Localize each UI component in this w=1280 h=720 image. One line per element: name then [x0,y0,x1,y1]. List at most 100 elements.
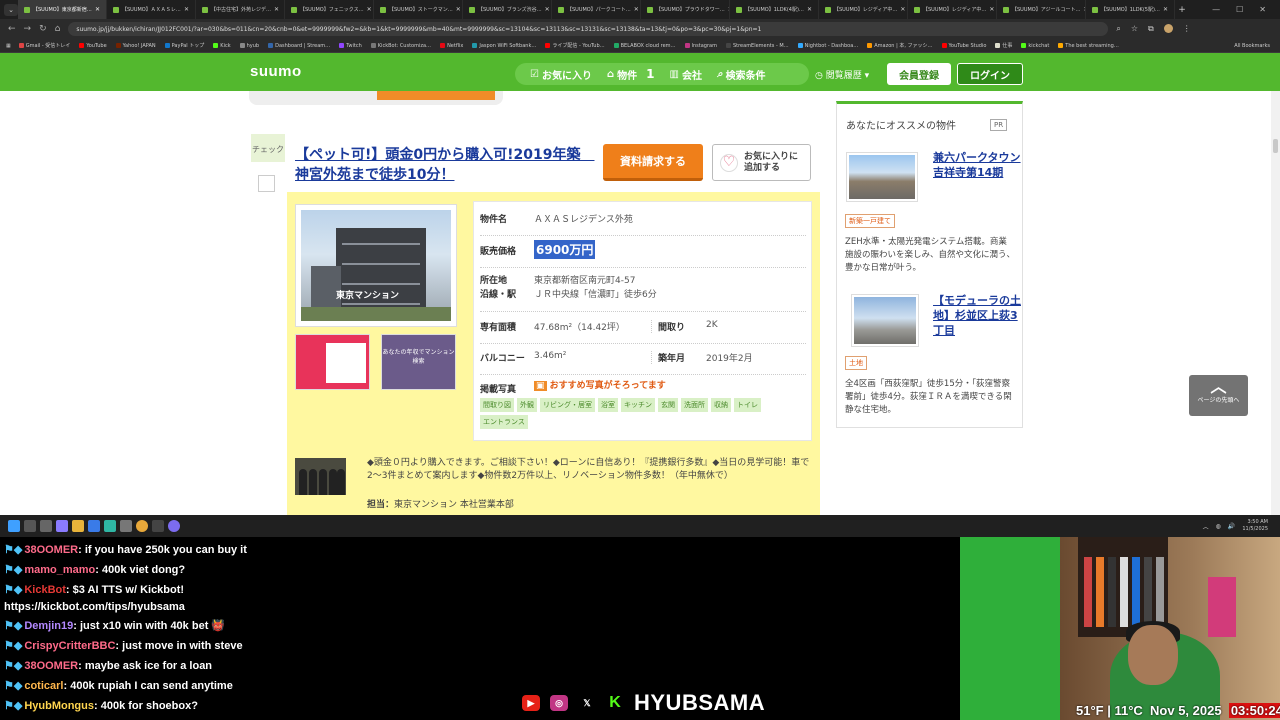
nav-history[interactable]: ◷ 閲覧履歴 ▾ [815,68,869,81]
browser-tab[interactable]: 【中古住宅】外苑レジデ… ✕ [196,0,285,19]
page-scrollbar[interactable] [1271,91,1280,515]
tab-close-icon[interactable]: ✕ [807,6,812,13]
bookmark-item[interactable]: StreamElements - M… [725,42,789,49]
browser-tab[interactable]: 【SUUMO】東京都新宿… ✕ [18,0,107,19]
photo-tag[interactable]: 間取り図 [480,398,514,412]
minimize-icon[interactable]: — [1212,5,1220,14]
zoom-icon[interactable]: ⌕ [1116,24,1120,34]
login-button[interactable]: ログイン [957,63,1023,85]
url-input[interactable]: suumo.jp/jj/bukken/ichiran/JJ012FC001/?a… [68,22,1109,36]
settings-icon[interactable] [120,520,132,532]
tab-close-icon[interactable]: ✕ [634,6,639,13]
sidebar-item-2-title[interactable]: 【モデューラの土地】杉並区上荻3丁目 [933,293,1021,338]
page-top-button[interactable]: ︿ ページの先頭へ [1189,375,1248,416]
photo-tag[interactable]: 洗面所 [681,398,708,412]
bookmark-star-icon[interactable]: ☆ [1131,24,1138,34]
tab-close-icon[interactable]: ✕ [274,6,279,13]
task-view-icon[interactable] [40,520,52,532]
bookmark-item[interactable]: Amazon | 本, ファッシ… [867,42,933,49]
bookmark-item[interactable]: Instagram [684,42,717,49]
nav-favorites[interactable]: ☑ お気に入り [515,67,592,82]
extensions-icon[interactable]: ⧉ [1148,24,1154,34]
apps-icon[interactable]: ▦ [6,43,11,49]
add-favorite-button[interactable]: ♡ お気に入りに 追加する [712,144,811,181]
browser-tab[interactable]: 【SUUMO】レジディア中… ✕ [819,0,908,19]
profile-avatar[interactable] [1163,24,1173,33]
browser-tab[interactable]: 【SUUMO】ブランズ渋谷… ✕ [463,0,552,19]
tab-close-icon[interactable]: ✕ [456,6,461,13]
browser-tab[interactable]: 【SUUMO】ストークマン… ✕ [374,0,463,19]
forward-icon[interactable]: → [24,24,32,34]
new-tab-button[interactable]: + [1175,5,1189,15]
copilot-icon[interactable] [56,520,68,532]
home-icon[interactable]: ⌂ [55,24,61,34]
photo-tag[interactable]: エントランス [480,415,528,429]
tab-close-icon[interactable]: ✕ [184,6,189,13]
request-info-button[interactable]: 資料請求する [603,144,703,181]
bookmark-item[interactable]: Twitch [339,42,362,49]
tab-close-icon[interactable]: ✕ [367,6,372,13]
bookmark-item[interactable]: Kick [213,42,231,49]
bookmark-item[interactable]: Gmail - 受信トレイ [18,42,70,49]
bookmark-item[interactable]: Jaspon WiFi Softbank… [472,42,536,49]
browser-tab[interactable]: 【SUUMO】1LDK(4駅)… ✕ [730,0,819,19]
bookmark-item[interactable]: Yahoo! JAPAN [115,42,156,49]
reload-icon[interactable]: ↻ [39,24,47,34]
bookmark-item[interactable]: YouTube [79,42,107,49]
browser-tab[interactable]: 【SUUMO】レジディア中… ✕ [908,0,997,19]
tab-search-icon[interactable]: ⌄ [4,3,18,16]
maximize-icon[interactable]: ☐ [1236,5,1243,14]
bookmark-item[interactable]: BELABOX cloud rem… [613,42,676,49]
photo-tag[interactable]: 浴室 [598,398,618,412]
suumo-logo[interactable]: suumo [250,63,302,80]
nav-company[interactable]: ▥ 会社 [655,67,702,82]
browser-tab[interactable]: 【SUUMO】パークコート… ✕ [552,0,641,19]
terminal-icon[interactable] [152,520,164,532]
menu-icon[interactable]: ⋮ [1183,24,1191,34]
store-icon[interactable] [88,520,100,532]
browser-tab[interactable]: 【SUUMO】プラウドタワー…✕ [641,0,730,19]
chrome-icon[interactable] [136,520,148,532]
taskbar-search-icon[interactable] [24,520,36,532]
bookmark-item[interactable]: Dashboard | Stream… [268,42,330,49]
file-explorer-icon[interactable] [72,520,84,532]
photo-tag[interactable]: 収納 [711,398,731,412]
photo-tag[interactable]: キッチン [621,398,655,412]
bookmark-item[interactable]: YouTube Studio [941,42,986,49]
browser-tab[interactable]: 【SUUMO】アジールコート…✕ [997,0,1086,19]
photo-tag[interactable]: 玄関 [658,398,678,412]
volume-icon[interactable]: 🔊 [1228,523,1235,530]
tab-close-icon[interactable]: ✕ [989,6,994,13]
tab-close-icon[interactable]: ✕ [900,6,905,13]
bookmark-item[interactable]: hyub [239,42,259,49]
bookmark-item[interactable]: Netflix [440,42,463,49]
all-bookmarks[interactable]: All Bookmarks [1234,43,1280,49]
bookmark-item[interactable]: Nightbot - Dashboa… [797,42,858,49]
register-button[interactable]: 会員登録 [887,63,951,85]
nav-property[interactable]: ⌂ 物件 1 [592,67,655,82]
bookmark-item[interactable]: KickBot: Customiza… [370,42,431,49]
wifi-icon[interactable]: ◍ [1216,523,1221,530]
bookmark-item[interactable]: ライブ配信 - YouTub… [545,42,605,49]
tab-close-icon[interactable]: ✕ [1163,6,1168,13]
browser-tab[interactable]: 【SUUMO】1LDK(5駅)… ✕ [1086,0,1175,19]
nav-search-cond[interactable]: ⌕ 検索条件 [702,67,766,82]
bookmark-item[interactable]: PayPal トップ [164,42,204,49]
photo-tag[interactable]: トイレ [734,398,761,412]
tab-close-icon[interactable]: ✕ [545,6,550,13]
bookmark-item[interactable]: 仕事 [995,42,1012,49]
sidebar-item-1-title[interactable]: 兼六パークタウン吉祥寺第14期 [933,150,1021,180]
listing-checkbox[interactable] [258,175,275,192]
photo-tag[interactable]: リビング・居室 [540,398,595,412]
sidebar-item-1-image[interactable] [846,152,918,202]
browser-tab[interactable]: 【SUUMO】フェニックス… ✕ [285,0,374,19]
back-icon[interactable]: ← [8,24,16,34]
bookmark-item[interactable]: kickchat [1021,42,1049,49]
close-icon[interactable]: ✕ [1259,5,1266,14]
floorplan-thumbnail[interactable] [295,334,370,390]
listing-title-link[interactable]: 【ペット可!】頭金0円から購入可!2019年築 神宮外苑まで徒歩10分！ [295,145,594,185]
windows-start-icon[interactable] [8,520,20,532]
tab-close-icon[interactable]: ✕ [95,6,100,13]
income-search-banner[interactable]: あなたの年収でマンション検索 [381,334,456,390]
sidebar-item-2-image[interactable] [851,294,919,347]
